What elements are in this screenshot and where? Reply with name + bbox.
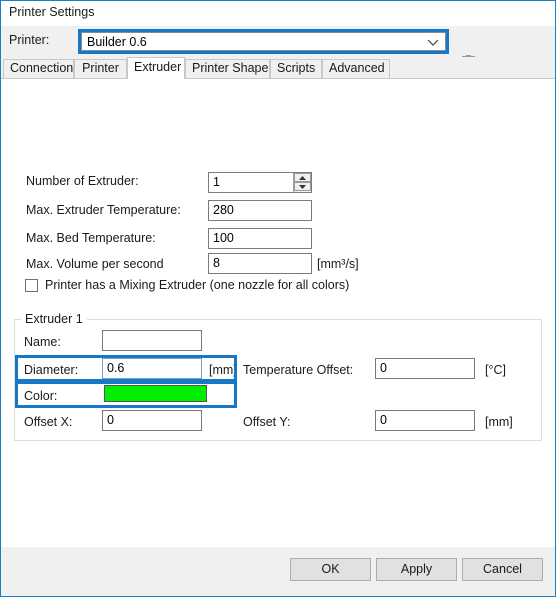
tab-printer-shape[interactable]: Printer Shape	[185, 59, 270, 78]
extruder-name-input[interactable]	[102, 330, 202, 351]
number-of-extruder-value: 1	[213, 175, 220, 189]
tab-connection[interactable]: Connection	[3, 59, 74, 78]
stepper-down-icon[interactable]	[294, 182, 311, 191]
extruder-name-label: Name:	[24, 335, 61, 349]
temperature-offset-input[interactable]: 0	[375, 358, 475, 379]
printer-dropdown[interactable]: Builder 0.6	[81, 32, 446, 51]
tab-scripts[interactable]: Scripts	[270, 59, 322, 78]
printer-label: Printer:	[9, 33, 50, 47]
apply-button[interactable]: Apply	[376, 558, 457, 581]
offset-x-input[interactable]: 0	[102, 410, 202, 431]
offset-y-label: Offset Y:	[243, 415, 291, 429]
printer-dropdown-highlight: Builder 0.6	[78, 29, 449, 54]
max-extruder-temperature-label: Max. Extruder Temperature:	[26, 203, 181, 217]
printer-dropdown-value: Builder 0.6	[87, 35, 147, 49]
offset-y-input[interactable]: 0	[375, 410, 475, 431]
diameter-input[interactable]: 0.6	[102, 358, 202, 379]
tab-strip: Connection Printer Extruder Printer Shap…	[1, 57, 555, 79]
extruder-tab-panel: Number of Extruder: 1 Max. Extruder Temp…	[1, 78, 555, 547]
temperature-offset-unit: [°C]	[485, 363, 506, 377]
tab-advanced[interactable]: Advanced	[322, 59, 390, 78]
max-volume-per-second-unit: [mm³/s]	[317, 257, 359, 271]
diameter-label: Diameter:	[24, 363, 79, 377]
stepper-up-icon[interactable]	[294, 173, 311, 182]
temperature-offset-label: Temperature Offset:	[243, 363, 354, 377]
offset-y-unit: [mm]	[485, 415, 513, 429]
max-volume-per-second-label: Max. Volume per second	[26, 257, 164, 271]
color-label: Color:	[24, 389, 58, 403]
diameter-unit: [mm]	[209, 363, 237, 377]
max-bed-temperature-label: Max. Bed Temperature:	[26, 231, 156, 245]
printer-selector-row: Printer: Builder 0.6	[1, 26, 555, 72]
window-title: Printer Settings	[9, 5, 95, 19]
mixing-extruder-label: Printer has a Mixing Extruder (one nozzl…	[45, 278, 350, 292]
chevron-down-icon	[427, 38, 439, 47]
tab-extruder[interactable]: Extruder	[127, 57, 185, 79]
max-volume-per-second-input[interactable]: 8	[208, 253, 312, 274]
printer-settings-window: Printer Settings Printer: Builder 0.6 Co…	[0, 0, 556, 597]
mixing-extruder-checkbox[interactable]	[25, 279, 38, 292]
number-of-extruder-label: Number of Extruder:	[26, 174, 139, 188]
title-bar: Printer Settings	[1, 1, 555, 26]
stepper-buttons	[293, 173, 311, 192]
offset-x-label: Offset X:	[24, 415, 73, 429]
extruder-1-group-title: Extruder 1	[21, 312, 87, 326]
extruder-color-swatch[interactable]	[104, 385, 207, 402]
dialog-footer: OK Apply Cancel	[1, 547, 555, 596]
max-extruder-temperature-input[interactable]: 280	[208, 200, 312, 221]
ok-button[interactable]: OK	[290, 558, 371, 581]
max-bed-temperature-input[interactable]: 100	[208, 228, 312, 249]
tab-printer[interactable]: Printer	[74, 59, 127, 78]
number-of-extruder-stepper[interactable]: 1	[208, 172, 312, 193]
cancel-button[interactable]: Cancel	[462, 558, 543, 581]
